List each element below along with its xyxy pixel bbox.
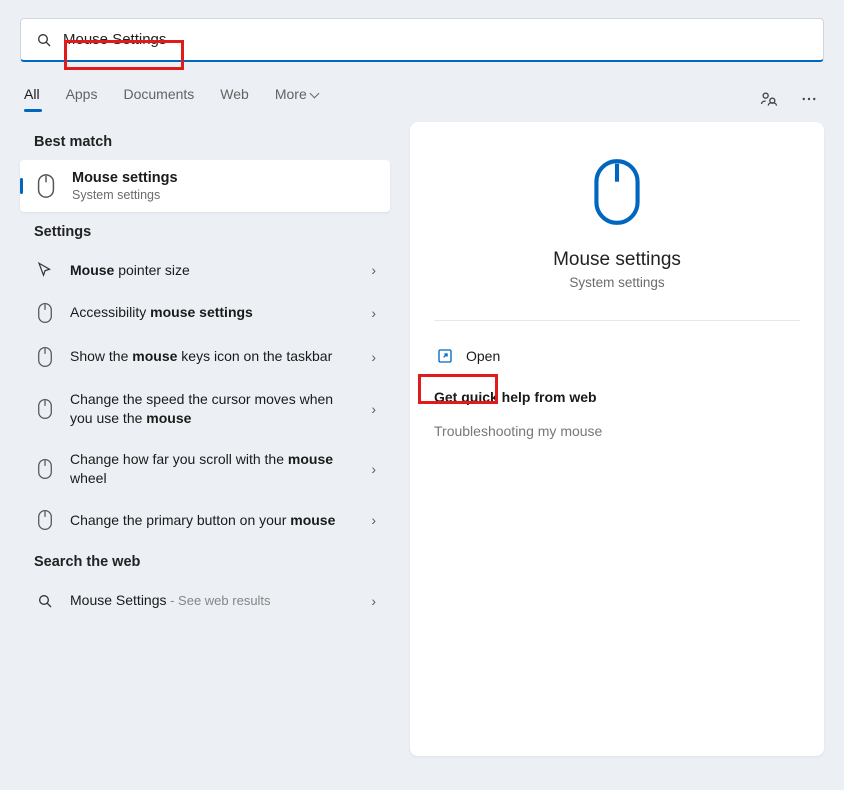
result-primary-button[interactable]: Change the primary button on your mouse … — [20, 498, 390, 542]
open-button[interactable]: Open — [434, 341, 502, 371]
result-label: Show the mouse keys icon on the taskbar — [70, 347, 357, 366]
help-heading: Get quick help from web — [434, 389, 597, 405]
mouse-icon — [34, 458, 56, 480]
preview-panel: Mouse settings System settings Open Get … — [410, 122, 824, 756]
chevron-down-icon — [311, 86, 318, 102]
result-mouse-keys[interactable]: Show the mouse keys icon on the taskbar … — [20, 335, 390, 379]
section-best-match: Best match — [34, 134, 390, 150]
chevron-right-icon: › — [371, 512, 376, 528]
chevron-right-icon: › — [371, 262, 376, 278]
results-column: Best match Mouse settings System setting… — [20, 122, 390, 756]
filter-tabs: All Apps Documents Web More — [20, 86, 824, 112]
result-cursor-speed[interactable]: Change the speed the cursor moves when y… — [20, 379, 390, 439]
section-settings: Settings — [34, 224, 390, 240]
mouse-icon — [34, 174, 58, 198]
divider — [434, 320, 800, 321]
section-search-web: Search the web — [34, 554, 390, 570]
mouse-icon — [34, 346, 56, 368]
tab-all[interactable]: All — [24, 86, 40, 112]
search-icon — [34, 593, 56, 609]
chevron-right-icon: › — [371, 461, 376, 477]
result-label: Mouse pointer size — [70, 261, 357, 280]
chevron-right-icon: › — [371, 305, 376, 321]
chevron-right-icon: › — [371, 349, 376, 365]
result-label: Mouse Settings - See web results — [70, 591, 357, 610]
best-match-subtitle: System settings — [72, 188, 178, 202]
open-external-icon — [436, 347, 454, 365]
tab-web[interactable]: Web — [220, 86, 249, 112]
result-scroll-wheel[interactable]: Change how far you scroll with the mouse… — [20, 439, 390, 499]
search-icon — [35, 31, 53, 49]
result-accessibility[interactable]: Accessibility mouse settings › — [20, 291, 390, 335]
tab-documents[interactable]: Documents — [123, 86, 194, 112]
mouse-icon — [34, 509, 56, 531]
mouse-icon — [34, 398, 56, 420]
result-label: Change the primary button on your mouse — [70, 511, 357, 530]
account-icon[interactable] — [758, 88, 780, 110]
result-label: Change how far you scroll with the mouse… — [70, 450, 357, 488]
result-web[interactable]: Mouse Settings - See web results › — [20, 580, 390, 621]
result-label: Accessibility mouse settings — [70, 303, 357, 322]
help-link-troubleshoot[interactable]: Troubleshooting my mouse — [434, 423, 602, 439]
chevron-right-icon: › — [371, 401, 376, 417]
open-label: Open — [466, 348, 500, 364]
chevron-right-icon: › — [371, 593, 376, 609]
search-bar[interactable] — [20, 18, 824, 62]
tab-apps[interactable]: Apps — [66, 86, 98, 112]
result-pointer-size[interactable]: Mouse pointer size › — [20, 250, 390, 291]
best-match-result[interactable]: Mouse settings System settings — [20, 160, 390, 212]
result-label: Change the speed the cursor moves when y… — [70, 390, 357, 428]
tab-more[interactable]: More — [275, 86, 318, 112]
best-match-title: Mouse settings — [72, 170, 178, 186]
mouse-icon — [34, 302, 56, 324]
pointer-icon — [34, 261, 56, 279]
more-options-icon[interactable] — [798, 88, 820, 110]
search-input[interactable] — [63, 31, 809, 48]
preview-subtitle: System settings — [569, 275, 664, 290]
mouse-icon — [590, 156, 644, 231]
preview-title: Mouse settings — [553, 249, 681, 271]
